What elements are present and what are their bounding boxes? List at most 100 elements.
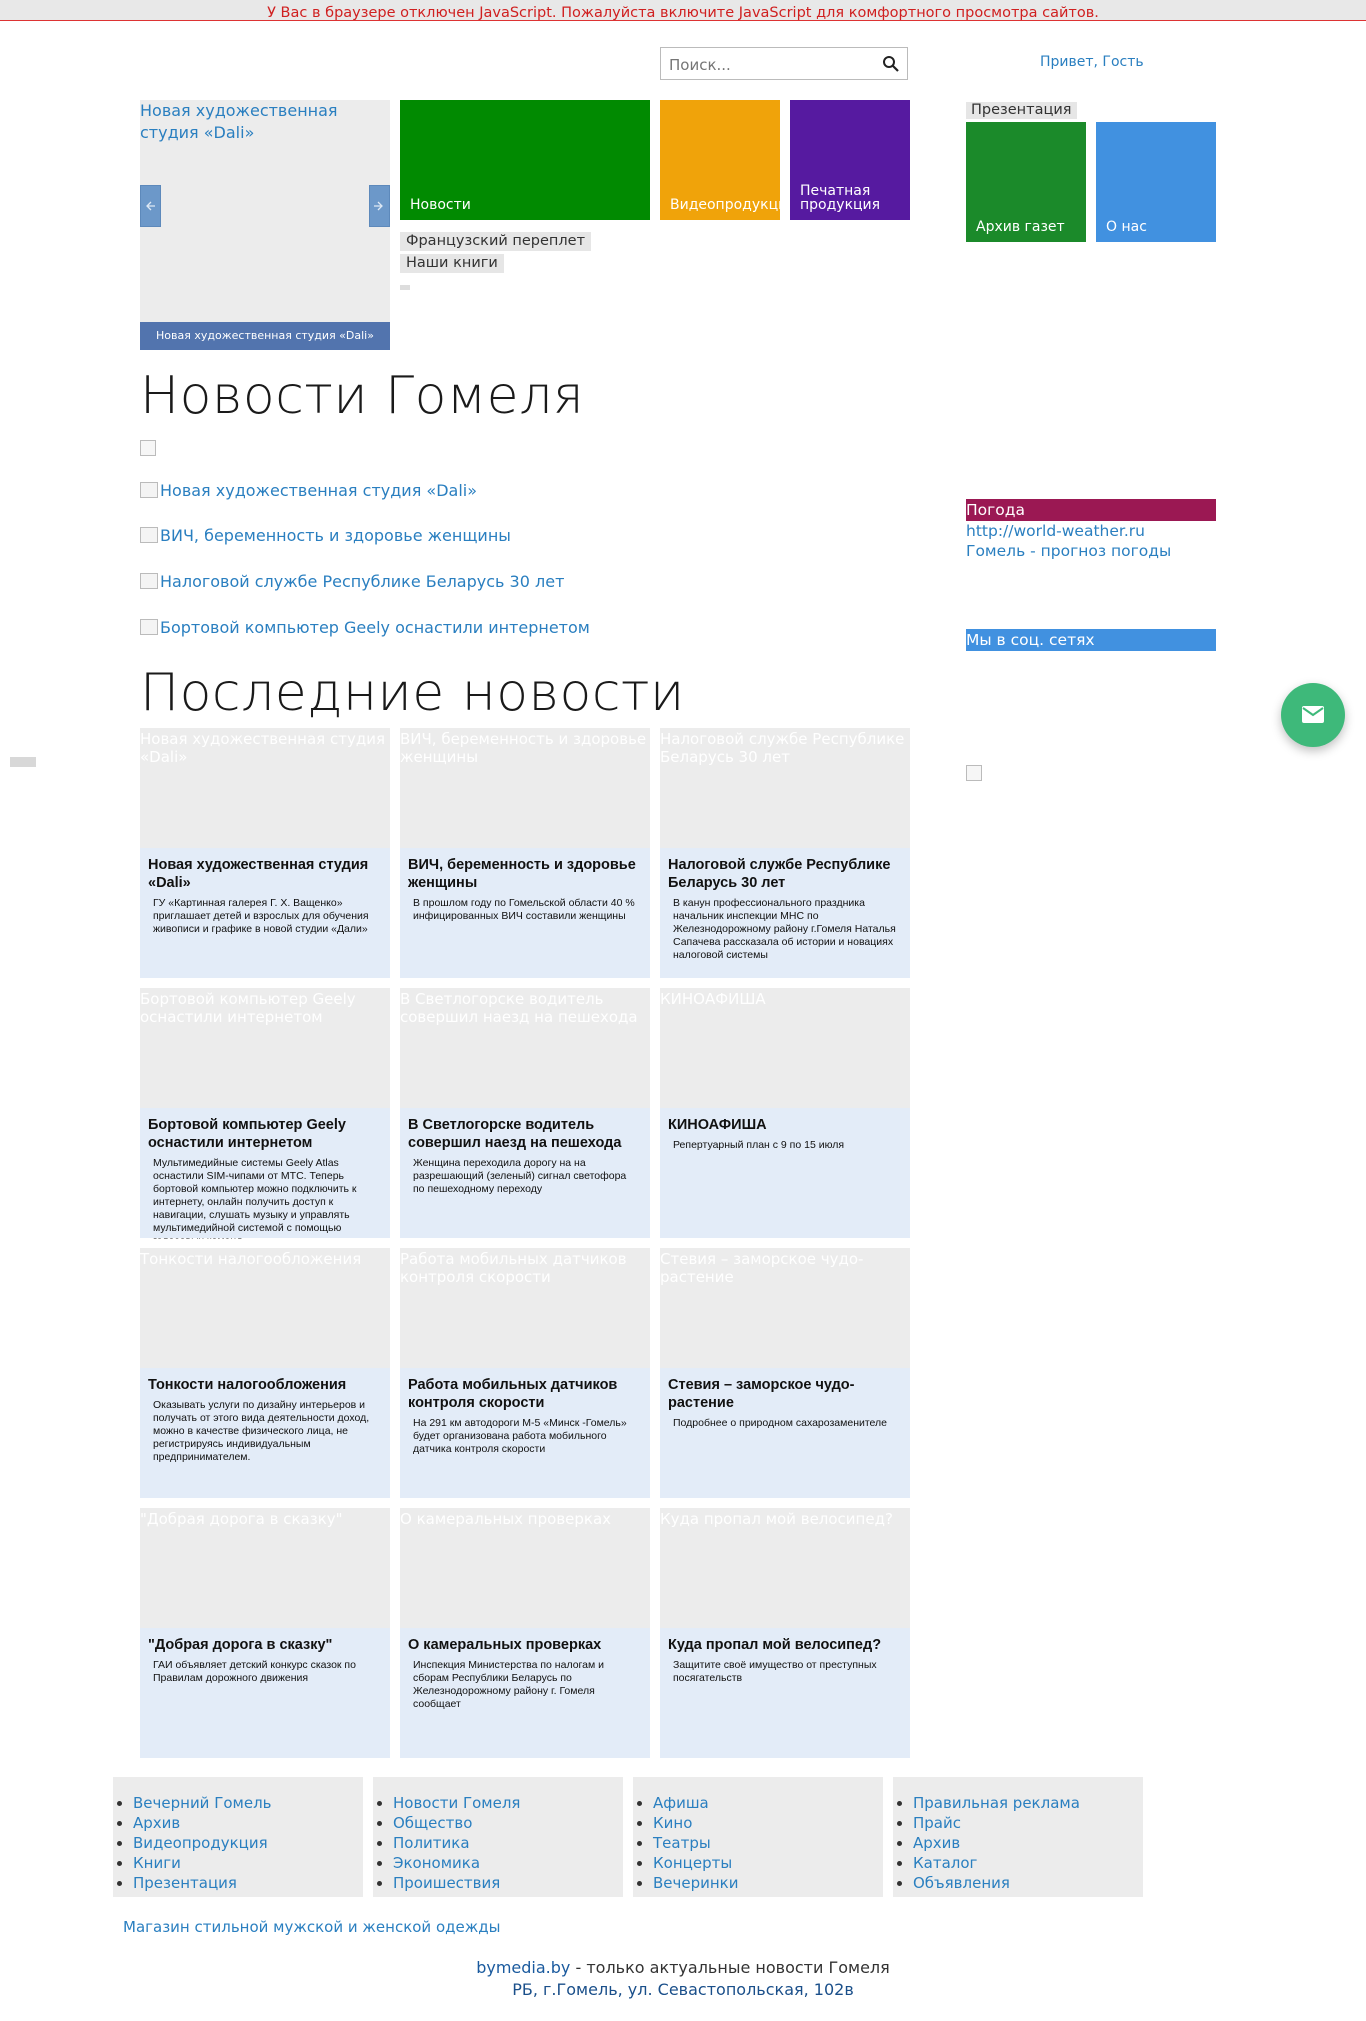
news-card-image[interactable]: Работа мобильных датчиков контроля скоро… <box>400 1248 650 1368</box>
tile-news[interactable]: Новости <box>400 100 650 220</box>
footer-menu-item[interactable]: Архив <box>913 1833 1080 1853</box>
french-binding-button[interactable]: Французский переплет <box>400 232 592 251</box>
news-card-image[interactable]: Новая художественная студия «Dali» <box>140 728 390 848</box>
news-card-image[interactable]: Куда пропал мой велосипед? <box>660 1508 910 1628</box>
news-card-title[interactable]: "Добрая дорога в сказку" <box>148 1636 380 1654</box>
news-card-title[interactable]: О камеральных проверках <box>408 1636 640 1654</box>
news-card-image[interactable]: О камеральных проверках <box>400 1508 650 1628</box>
featured-slider[interactable]: Новая художественная студия «Dali» Новая… <box>140 100 390 350</box>
news-card[interactable]: В Светлогорске водитель совершил наезд н… <box>400 988 650 1238</box>
shop-link[interactable]: Магазин стильной мужской и женской одежд… <box>123 1918 500 1936</box>
news-card[interactable]: Бортовой компьютер Geely оснастили интер… <box>140 988 390 1239</box>
news-card[interactable]: КИНОАФИША КИНОАФИША Репертуарный план с 9 … <box>660 988 910 1238</box>
footer-menu-item[interactable]: Общество <box>393 1813 520 1833</box>
footer-menu-link[interactable]: Вечерний Гомель <box>133 1794 272 1812</box>
footer-menu-item[interactable]: Кино <box>653 1813 739 1833</box>
footer-menu-link[interactable]: Общество <box>393 1814 472 1832</box>
footer-menu-link[interactable]: Видеопродукция <box>133 1834 268 1852</box>
news-card[interactable]: Куда пропал мой велосипед? Куда пропал мо… <box>660 1508 910 1758</box>
tile-archive[interactable]: Архив газет <box>966 122 1086 242</box>
news-card[interactable]: Новая художественная студия «Dali» Новая … <box>140 728 390 978</box>
footer-menu-link[interactable]: Объявления <box>913 1874 1010 1892</box>
slider-image[interactable]: Новая художественная студия «Dali» <box>140 100 390 144</box>
footer-menu-item[interactable]: Презентация <box>133 1873 272 1893</box>
news-card-title[interactable]: ВИЧ, беременность и здоровье женщины <box>408 856 640 892</box>
tile-print[interactable]: Печатная продукция <box>790 100 910 220</box>
side-panel-tab[interactable] <box>10 757 36 767</box>
news-card-title[interactable]: Бортовой компьютер Geely оснастили интер… <box>148 1116 380 1152</box>
footer-menu-item[interactable]: Объявления <box>913 1873 1080 1893</box>
footer-menu-link[interactable]: Архив <box>133 1814 180 1832</box>
footer-menu-item[interactable]: Вечеринки <box>653 1873 739 1893</box>
news-card-image[interactable]: Налоговой службе Республике Беларусь 30 … <box>660 728 910 848</box>
contact-fab-button[interactable] <box>1281 683 1345 747</box>
footer-menu-link[interactable]: Каталог <box>913 1854 977 1872</box>
news-card[interactable]: "Добрая дорога в сказку" "Добрая дорога в… <box>140 1508 390 1758</box>
news-card[interactable]: Работа мобильных датчиков контроля скоро… <box>400 1248 650 1498</box>
footer-menu-item[interactable]: Архив <box>133 1813 272 1833</box>
our-books-button[interactable]: Наши книги <box>400 254 504 273</box>
footer-menu-item[interactable]: Театры <box>653 1833 739 1853</box>
news-card-title[interactable]: Налоговой службе Республике Беларусь 30 … <box>668 856 900 892</box>
news-card-title[interactable]: Новая художественная студия «Dali» <box>148 856 380 892</box>
footer-menu-link[interactable]: Проишествия <box>393 1874 500 1892</box>
footer-menu-link[interactable]: Экономика <box>393 1854 480 1872</box>
footer-menu-item[interactable]: Прайс <box>913 1813 1080 1833</box>
footer-menu-link[interactable]: Книги <box>133 1854 181 1872</box>
news-card-title[interactable]: Тонкости налогообложения <box>148 1376 380 1394</box>
news-card[interactable]: ВИЧ, беременность и здоровье женщины ВИЧ,… <box>400 728 650 978</box>
gomel-news-link-3[interactable]: Налоговой службе Республике Беларусь 30 … <box>140 572 564 591</box>
news-card-image[interactable]: В Светлогорске водитель совершил наезд н… <box>400 988 650 1108</box>
footer-menu-link[interactable]: Концерты <box>653 1854 732 1872</box>
footer-menu-item[interactable]: Вечерний Гомель <box>133 1793 272 1813</box>
news-card-image[interactable]: ВИЧ, беременность и здоровье женщины <box>400 728 650 848</box>
greeting-link[interactable]: Привет, Гость <box>1040 54 1144 70</box>
news-card-image[interactable]: Бортовой компьютер Geely оснастили интер… <box>140 988 390 1108</box>
presentation-button[interactable]: Презентация <box>966 102 1077 119</box>
footer-menu-link[interactable]: Архив <box>913 1834 960 1852</box>
news-card[interactable]: О камеральных проверках О камеральных про… <box>400 1508 650 1758</box>
footer-menu-item[interactable]: Книги <box>133 1853 272 1873</box>
footer-menu-link[interactable]: Прайс <box>913 1814 961 1832</box>
footer-menu-link[interactable]: Презентация <box>133 1874 237 1892</box>
footer-menu-item[interactable]: Видеопродукция <box>133 1833 272 1853</box>
gomel-forecast-link[interactable]: Гомель - прогноз погоды <box>966 542 1171 560</box>
footer-menu-item[interactable]: Афиша <box>653 1793 739 1813</box>
news-card-image[interactable]: Тонкости налогообложения <box>140 1248 390 1368</box>
gomel-news-link-2[interactable]: ВИЧ, беременность и здоровье женщины <box>140 526 511 545</box>
footer-menu-link[interactable]: Правильная реклама <box>913 1794 1080 1812</box>
news-card-title[interactable]: Работа мобильных датчиков контроля скоро… <box>408 1376 640 1412</box>
footer-menu-item[interactable]: Экономика <box>393 1853 520 1873</box>
tile-video[interactable]: Видеопродукция <box>660 100 796 220</box>
footer-menu-link[interactable]: Вечеринки <box>653 1874 739 1892</box>
news-card-title[interactable]: Куда пропал мой велосипед? <box>668 1636 900 1654</box>
news-card-title[interactable]: КИНОАФИША <box>668 1116 900 1134</box>
footer-menu-link[interactable]: Афиша <box>653 1794 709 1812</box>
gomel-news-link-1[interactable]: Новая художественная студия «Dali» <box>140 481 477 500</box>
news-card-image[interactable]: "Добрая дорога в сказку" <box>140 1508 390 1628</box>
search-icon[interactable] <box>882 55 900 73</box>
tile-about[interactable]: О нас <box>1096 122 1216 242</box>
news-card-image[interactable]: Стевия – заморское чудо-растение <box>660 1248 910 1368</box>
footer-menu-link[interactable]: Кино <box>653 1814 692 1832</box>
news-card-title[interactable]: Стевия – заморское чудо-растение <box>668 1376 900 1412</box>
news-card[interactable]: Стевия – заморское чудо-растение Стевия –… <box>660 1248 910 1498</box>
footer-menu-item[interactable]: Правильная реклама <box>913 1793 1080 1813</box>
gomel-news-link-4[interactable]: Бортовой компьютер Geely оснастили интер… <box>140 618 590 637</box>
news-card-image[interactable]: КИНОАФИША <box>660 988 910 1108</box>
footer-site-link[interactable]: bymedia.by <box>476 1958 570 1977</box>
footer-menu-item[interactable]: Проишествия <box>393 1873 520 1893</box>
news-card-title[interactable]: В Светлогорске водитель совершил наезд н… <box>408 1116 640 1152</box>
footer-menu-link[interactable]: Политика <box>393 1834 470 1852</box>
footer-menu-link[interactable]: Новости Гомеля <box>393 1794 520 1812</box>
search-box[interactable] <box>660 47 908 80</box>
footer-menu-item[interactable]: Каталог <box>913 1853 1080 1873</box>
footer-menu-item[interactable]: Новости Гомеля <box>393 1793 520 1813</box>
news-card[interactable]: Налоговой службе Республике Беларусь 30 … <box>660 728 910 978</box>
slider-prev-button[interactable] <box>140 185 161 227</box>
footer-menu-item[interactable]: Политика <box>393 1833 520 1853</box>
search-input[interactable] <box>667 54 871 76</box>
news-card[interactable]: Тонкости налогообложения Тонкости налогоо… <box>140 1248 390 1498</box>
pager-dot[interactable] <box>400 285 410 290</box>
slider-next-button[interactable] <box>369 185 390 227</box>
